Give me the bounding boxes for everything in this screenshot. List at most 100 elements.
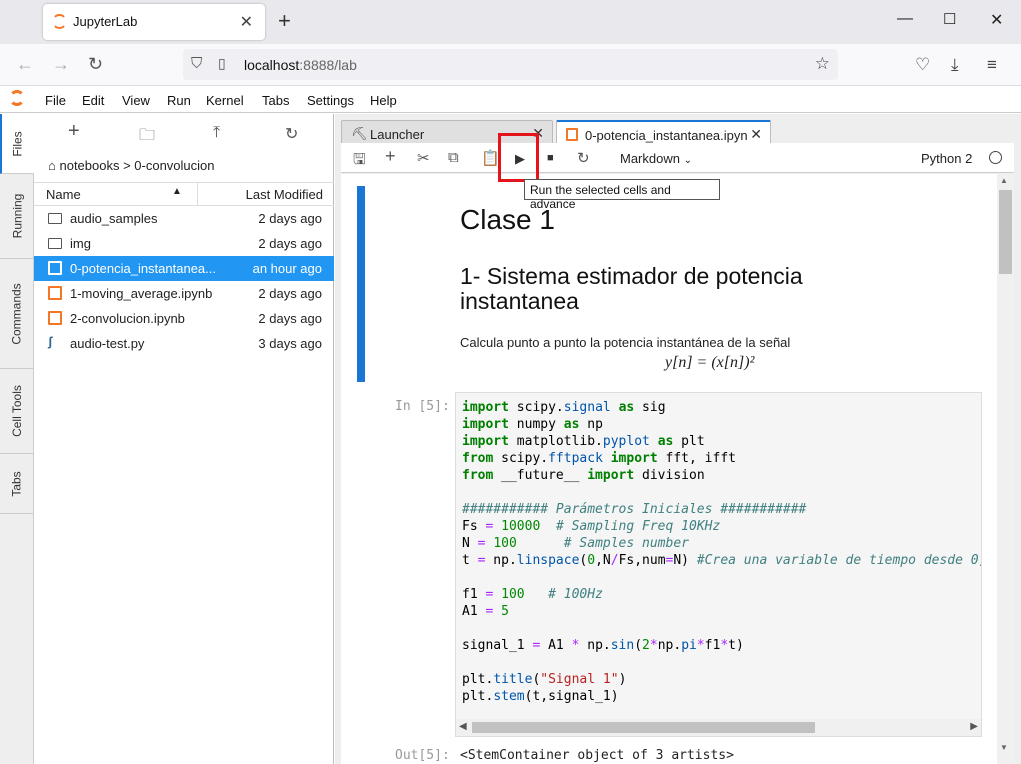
output-prompt: Out[5]:	[395, 748, 450, 763]
restart-kernel-icon[interactable]: ↻	[577, 149, 590, 167]
menu-settings[interactable]: Settings	[307, 93, 354, 108]
folder-icon	[48, 238, 62, 249]
file-modified: an hour ago	[252, 261, 322, 276]
url-text: localhost:8888/lab	[244, 57, 357, 73]
active-cell-indicator	[357, 186, 365, 382]
jupyter-menubar	[0, 87, 1021, 113]
scroll-left-icon[interactable]: ◀	[459, 721, 467, 732]
run-button-highlight	[498, 133, 539, 182]
copy-icon[interactable]: ⧉	[448, 149, 459, 166]
sort-up-icon: ▲	[172, 186, 182, 197]
menu-run[interactable]: Run	[167, 93, 191, 108]
cut-icon[interactable]: ✂	[417, 149, 430, 167]
pocket-icon[interactable]: ♡	[915, 55, 930, 75]
window-close-button[interactable]: ✕	[990, 10, 1003, 30]
run-tooltip: Run the selected cells and advance	[524, 179, 720, 211]
file-name: 0-potencia_instantanea...	[70, 261, 216, 276]
url-bar[interactable]: ⛉ ▯ localhost:8888/lab ☆	[183, 49, 838, 80]
shield-icon[interactable]: ⛉	[191, 55, 202, 72]
scroll-right-icon[interactable]: ▶	[970, 721, 978, 732]
chevron-down-icon: ⌄	[683, 155, 692, 166]
markdown-paragraph: Calcula punto a punto la potencia instan…	[460, 335, 791, 350]
menu-tabs[interactable]: Tabs	[262, 93, 289, 108]
close-tab-icon[interactable]: ✕	[240, 12, 253, 32]
file-browser: + 🗀 ⤒ ↻ ⌂ notebooks > 0-convolucion Name…	[34, 114, 334, 764]
file-row[interactable]: audio_samples 2 days ago	[34, 206, 334, 231]
jupyter-favicon-icon	[52, 14, 67, 29]
notebook-icon	[566, 128, 578, 141]
jupyter-logo-icon	[9, 90, 25, 106]
folder-icon	[48, 213, 62, 224]
notebook-icon	[48, 286, 62, 300]
rail-tab-commands[interactable]: Commands	[0, 259, 34, 369]
kernel-status-icon	[989, 151, 1002, 164]
column-name[interactable]: Name	[46, 187, 81, 202]
insert-cell-icon[interactable]: +	[385, 146, 396, 167]
back-icon[interactable]: ←	[16, 54, 34, 75]
markdown-heading-2: 1- Sistema estimador de potencia instant…	[460, 263, 803, 314]
file-modified: 2 days ago	[258, 311, 322, 326]
scrollbar-thumb[interactable]	[999, 190, 1012, 274]
page-info-icon[interactable]: ▯	[218, 55, 226, 72]
upload-icon[interactable]: ⤒	[213, 124, 220, 142]
tab-label: Launcher	[370, 127, 425, 142]
breadcrumb: ⌂ notebooks > 0-convolucion	[48, 158, 215, 173]
reload-icon[interactable]: ↻	[88, 54, 103, 75]
cell-type-select[interactable]: Markdown ⌄	[620, 151, 692, 166]
column-last-modified[interactable]: Last Modified	[246, 187, 323, 202]
file-name: 2-convolucion.ipynb	[70, 311, 185, 326]
save-icon[interactable]: 🖫	[353, 149, 366, 174]
file-row[interactable]: 2-convolucion.ipynb 2 days ago	[34, 306, 334, 331]
hamburger-menu-icon[interactable]: ≡	[987, 55, 997, 75]
paste-icon[interactable]: 📋	[481, 149, 500, 167]
file-modified: 3 days ago	[258, 336, 322, 351]
file-name: audio-test.py	[70, 336, 145, 351]
menu-file[interactable]: File	[45, 93, 66, 108]
home-icon[interactable]: ⌂	[48, 158, 56, 173]
browser-tab-title: JupyterLab	[73, 14, 138, 29]
file-row[interactable]: 1-moving_average.ipynb 2 days ago	[34, 281, 334, 306]
notebook-toolbar: 🖫 + ✂ ⧉ 📋 ▶ ■ ↻ Markdown ⌄ Python 2	[341, 143, 1014, 173]
new-tab-button[interactable]: +	[278, 8, 291, 34]
scroll-up-icon[interactable]: ▲	[1000, 176, 1008, 185]
menu-view[interactable]: View	[122, 93, 150, 108]
tab-label: 0-potencia_instantanea.ipyn	[585, 128, 748, 143]
code-cell-editor[interactable]: import scipy.signal as sig import numpy …	[455, 392, 982, 737]
close-tab-icon[interactable]: ✕	[750, 126, 762, 143]
kernel-name[interactable]: Python 2	[921, 151, 972, 166]
h-scrollbar-thumb[interactable]	[472, 722, 815, 733]
refresh-icon[interactable]: ↻	[285, 124, 298, 144]
rail-tab-files[interactable]: Files	[0, 114, 34, 174]
python-file-icon: ʃ	[48, 334, 53, 349]
bookmark-star-icon[interactable]: ☆	[815, 54, 830, 74]
file-row[interactable]: ʃ audio-test.py 3 days ago	[34, 331, 334, 356]
forward-icon[interactable]: →	[52, 54, 70, 75]
file-name: img	[70, 236, 91, 251]
file-name: 1-moving_average.ipynb	[70, 286, 213, 301]
menu-edit[interactable]: Edit	[82, 93, 104, 108]
stop-icon[interactable]: ■	[547, 152, 554, 164]
minimize-button[interactable]: —	[897, 10, 913, 28]
file-modified: 2 days ago	[258, 286, 322, 301]
file-row-selected[interactable]: 0-potencia_instantanea... an hour ago	[34, 256, 334, 281]
notebook-icon	[48, 311, 62, 325]
rail-tab-cell-tools[interactable]: Cell Tools	[0, 369, 34, 454]
rail-tab-running[interactable]: Running	[0, 174, 34, 259]
menu-kernel[interactable]: Kernel	[206, 93, 244, 108]
downloads-icon[interactable]: ⤓	[951, 55, 959, 75]
code-content[interactable]: import scipy.signal as sig import numpy …	[462, 399, 981, 705]
column-divider	[197, 183, 198, 205]
file-row[interactable]: img 2 days ago	[34, 231, 334, 256]
menu-help[interactable]: Help	[370, 93, 397, 108]
maximize-button[interactable]: ☐	[943, 10, 956, 28]
horizontal-scrollbar[interactable]: ◀ ▶	[456, 719, 981, 736]
new-launcher-icon[interactable]: +	[68, 120, 80, 143]
scroll-down-icon[interactable]: ▼	[1000, 743, 1008, 752]
file-list-header: Name ▲ Last Modified	[34, 182, 334, 206]
file-modified: 2 days ago	[258, 236, 322, 251]
math-equation: y[n] = (x[n])²	[665, 354, 755, 371]
browser-tab[interactable]: JupyterLab ✕	[43, 4, 265, 40]
new-folder-icon[interactable]: 🗀	[139, 124, 155, 151]
rail-tab-tabs[interactable]: Tabs	[0, 454, 34, 514]
file-modified: 2 days ago	[258, 211, 322, 226]
